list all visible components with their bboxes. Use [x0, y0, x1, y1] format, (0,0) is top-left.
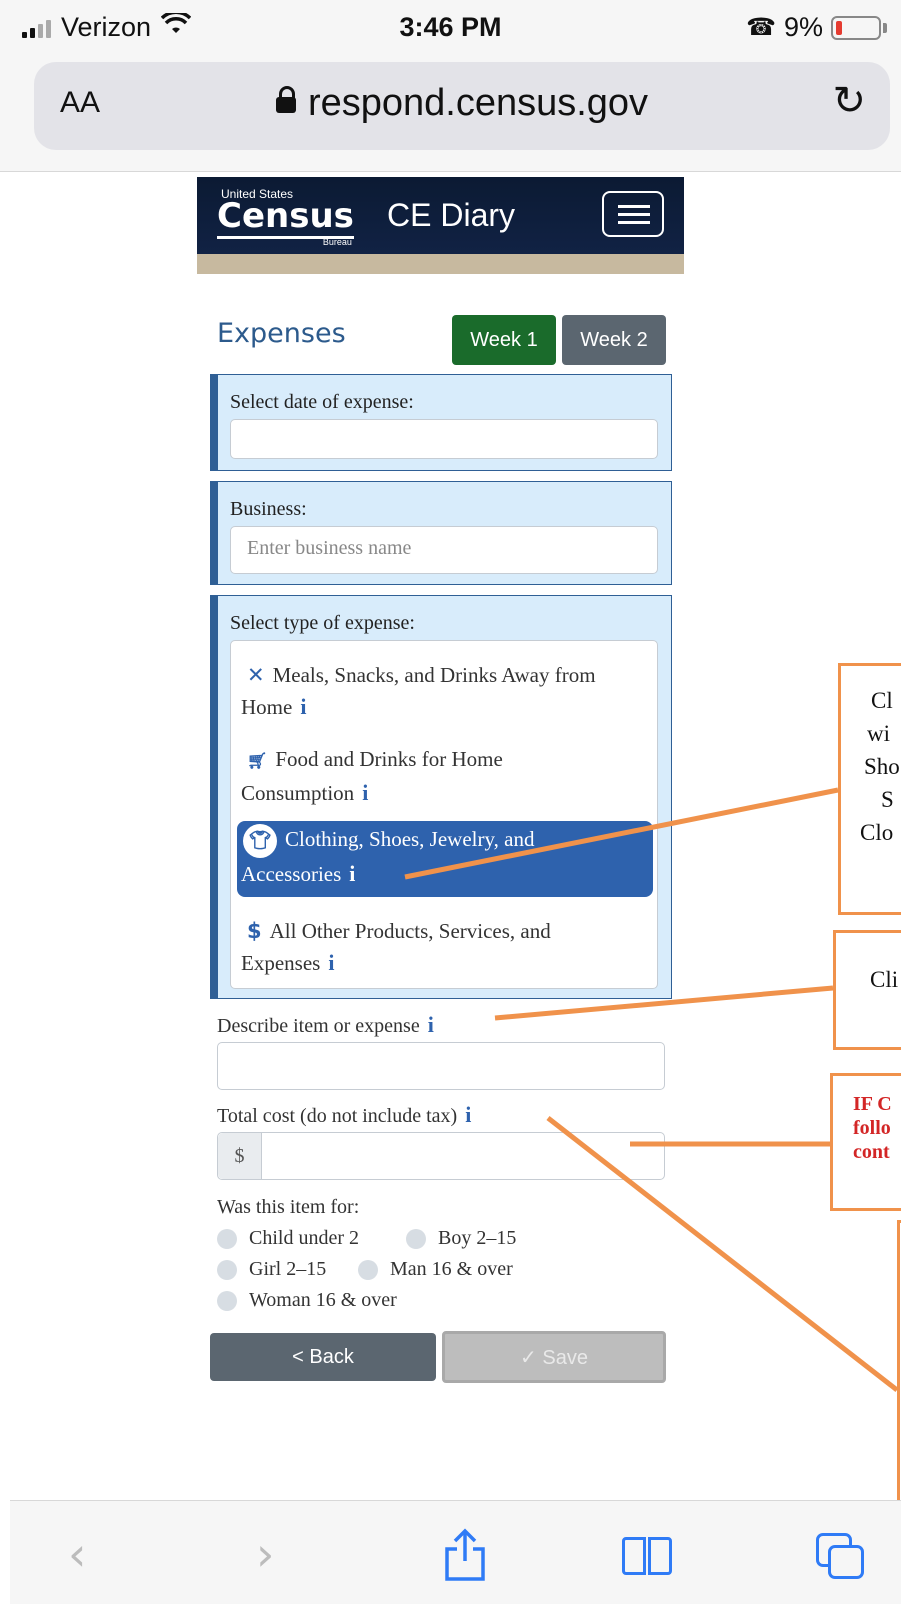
status-bar: Verizon 3:46 PM ☎ 9%	[0, 0, 901, 56]
expense-type-panel: Select type of expense: ✕ Meals, Snacks, …	[210, 595, 672, 999]
battery-cap	[883, 22, 887, 33]
info-icon[interactable]: i	[300, 694, 306, 719]
callout-3-line-1: IF C	[853, 1093, 892, 1115]
phone-icon: ☎	[746, 14, 776, 41]
radio-woman-16-over[interactable]: Woman 16 & over	[217, 1289, 397, 1312]
battery-percent: 9%	[783, 12, 823, 42]
hamburger-menu-button[interactable]	[602, 191, 664, 237]
callout-1-line-3: Sho	[864, 754, 900, 779]
radio-label: Girl 2–15	[249, 1258, 327, 1280]
battery-icon	[831, 15, 881, 40]
logo-word: Census	[217, 196, 354, 239]
cart-icon: 🛒︎	[247, 751, 268, 770]
type-food-line1: Food and Drinks for Home	[275, 747, 503, 771]
radio-dot[interactable]	[358, 1259, 378, 1280]
radio-dot[interactable]	[217, 1228, 237, 1249]
date-input[interactable]	[230, 419, 658, 459]
radio-man-16-over[interactable]: Man 16 & over	[358, 1258, 513, 1281]
shirt-icon: 👕︎	[243, 824, 277, 858]
back-arrow-icon[interactable]: ‹	[68, 1529, 86, 1579]
radio-dot[interactable]	[217, 1290, 237, 1311]
info-icon[interactable]: i	[362, 780, 368, 805]
radio-dot[interactable]	[406, 1228, 426, 1249]
type-clothing-line2: Accessories	[241, 862, 342, 886]
url-display[interactable]: respond.census.gov	[34, 82, 890, 125]
date-label: Select date of expense:	[230, 391, 414, 413]
callout-1-line-1: Cl	[871, 688, 893, 713]
info-icon[interactable]: i	[328, 950, 334, 975]
census-logo[interactable]: United States Census Bureau	[217, 187, 354, 247]
callout-2-line-1: Cli	[870, 967, 899, 992]
type-other-line2: Expenses	[241, 951, 321, 975]
info-icon[interactable]: i	[465, 1102, 471, 1127]
utensils-icon: ✕	[247, 663, 265, 687]
cost-input[interactable]: $	[217, 1132, 665, 1180]
currency-addon: $	[218, 1133, 262, 1179]
browser-chrome: AA respond.census.gov ↻	[0, 56, 901, 172]
callout-box-2: Cli	[833, 930, 901, 1050]
radio-label: Man 16 & over	[390, 1258, 513, 1280]
site-header: United States Census Bureau CE Diary	[197, 177, 684, 254]
expense-type-list: ✕ Meals, Snacks, and Drinks Away from Hom…	[230, 640, 658, 989]
cost-label: Total cost (do not include tax) i	[217, 1102, 471, 1128]
callout-box-3: IF C follo cont	[830, 1073, 901, 1211]
radio-label: Boy 2–15	[438, 1227, 517, 1249]
forward-arrow-icon[interactable]: ›	[256, 1529, 274, 1579]
logo-bottom-text: Bureau	[322, 237, 352, 247]
cost-label-text: Total cost (do not include tax)	[217, 1105, 458, 1127]
dollar-icon: $	[247, 919, 262, 943]
radio-label: Child under 2	[249, 1227, 359, 1249]
callout-1-line-5: Clo	[860, 820, 894, 845]
share-icon[interactable]	[442, 1527, 488, 1583]
type-other[interactable]: $ All Other Products, Services, and Expen…	[237, 913, 653, 981]
browser-toolbar: ‹ ›	[10, 1500, 901, 1604]
callout-1-line-4: S	[881, 787, 894, 812]
type-meals[interactable]: ✕ Meals, Snacks, and Drinks Away from Hom…	[237, 657, 653, 725]
week-1-button[interactable]: Week 1	[452, 315, 556, 365]
lock-icon	[275, 86, 296, 113]
was-for-label: Was this item for:	[217, 1196, 360, 1218]
radio-label: Woman 16 & over	[249, 1289, 397, 1311]
callout-1-line-2: wi	[867, 721, 890, 746]
type-clothing[interactable]: 👕︎ Clothing, Shoes, Jewelry, and Accessor…	[237, 821, 653, 897]
type-label: Select type of expense:	[230, 612, 415, 634]
callout-3-line-3: cont	[853, 1141, 890, 1163]
business-label: Business:	[230, 498, 307, 520]
type-food-line2: Consumption	[241, 781, 355, 805]
date-panel: Select date of expense:	[210, 374, 672, 471]
type-meals-line2: Home	[241, 695, 293, 719]
back-button[interactable]: < Back	[210, 1333, 436, 1381]
describe-label-text: Describe item or expense	[217, 1015, 420, 1037]
header-band	[197, 254, 684, 274]
type-meals-line1: Meals, Snacks, and Drinks Away from	[272, 663, 596, 687]
reload-icon[interactable]: ↻	[832, 78, 866, 124]
tabs-icon[interactable]	[816, 1533, 868, 1581]
radio-child-under-2[interactable]: Child under 2	[217, 1227, 359, 1250]
radio-dot[interactable]	[217, 1259, 237, 1280]
url-text: respond.census.gov	[307, 82, 649, 124]
type-food[interactable]: 🛒︎ Food and Drinks for Home Consumption i	[237, 741, 653, 811]
bookmarks-icon[interactable]	[622, 1537, 672, 1575]
type-other-line1: All Other Products, Services, and	[269, 919, 551, 943]
battery-group: ☎ 9%	[746, 12, 887, 43]
save-button[interactable]: ✓ Save	[442, 1331, 666, 1383]
type-clothing-line1: Clothing, Shoes, Jewelry, and	[285, 827, 535, 851]
callout-box-1: Cl wi Sho S Clo	[838, 663, 901, 915]
describe-input[interactable]	[217, 1042, 665, 1090]
radio-girl-2-15[interactable]: Girl 2–15	[217, 1258, 326, 1281]
business-input[interactable]: Enter business name	[230, 526, 658, 574]
app-title: CE Diary	[387, 197, 516, 233]
info-icon[interactable]: i	[428, 1012, 434, 1037]
week-2-button[interactable]: Week 2	[562, 315, 666, 365]
describe-label: Describe item or expense i	[217, 1012, 434, 1038]
business-panel: Business: Enter business name	[210, 481, 672, 585]
callout-3-line-2: follo	[853, 1117, 891, 1139]
address-bar[interactable]: AA respond.census.gov ↻	[34, 62, 890, 150]
page-title: Expenses	[217, 318, 346, 349]
radio-boy-2-15[interactable]: Boy 2–15	[406, 1227, 516, 1250]
info-icon[interactable]: i	[349, 861, 355, 886]
